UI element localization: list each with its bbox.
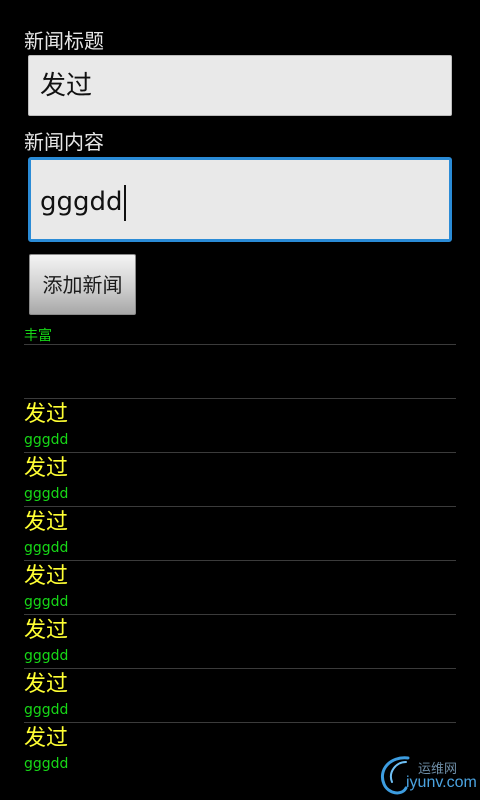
news-list-item[interactable]: 发过 gggdd xyxy=(24,614,456,668)
content-label: 新闻内容 xyxy=(24,130,104,154)
news-title: 发过 xyxy=(24,456,69,481)
title-input[interactable]: 发过 xyxy=(28,55,452,116)
news-list: 发过 gggdd 发过 gggdd 发过 gggdd 发过 gggdd 发过 g… xyxy=(24,398,456,776)
news-content: gggdd xyxy=(24,702,69,718)
title-input-value: 发过 xyxy=(40,71,93,101)
news-list-item[interactable]: 发过 gggdd xyxy=(24,506,456,560)
divider xyxy=(24,344,456,345)
text-caret xyxy=(123,184,126,221)
add-news-button[interactable]: 添加新闻 xyxy=(29,254,136,315)
news-title: 发过 xyxy=(24,726,69,751)
news-title: 发过 xyxy=(24,402,69,427)
content-input[interactable]: gggdd xyxy=(28,157,452,242)
news-title: 发过 xyxy=(24,564,69,589)
watermark-logo: 运维网 iyunv.com xyxy=(376,754,477,796)
news-content: gggdd xyxy=(24,432,69,448)
news-list-item[interactable]: 发过 gggdd xyxy=(24,452,456,506)
news-content: gggdd xyxy=(24,486,69,502)
news-list-item[interactable]: 发过 gggdd xyxy=(24,560,456,614)
news-content: gggdd xyxy=(24,540,69,556)
news-list-item[interactable]: 发过 gggdd xyxy=(24,398,456,452)
news-content: gggdd xyxy=(24,756,69,772)
news-content: gggdd xyxy=(24,594,69,610)
news-content: gggdd xyxy=(24,648,69,664)
news-title: 发过 xyxy=(24,618,69,643)
news-title: 发过 xyxy=(24,672,69,697)
title-label: 新闻标题 xyxy=(24,29,104,53)
category-tag: 丰富 xyxy=(24,328,52,344)
watermark-en: iyunv.com xyxy=(406,774,477,791)
news-list-item[interactable]: 发过 gggdd xyxy=(24,668,456,722)
news-title: 发过 xyxy=(24,510,69,535)
content-input-value: gggdd xyxy=(40,187,123,217)
